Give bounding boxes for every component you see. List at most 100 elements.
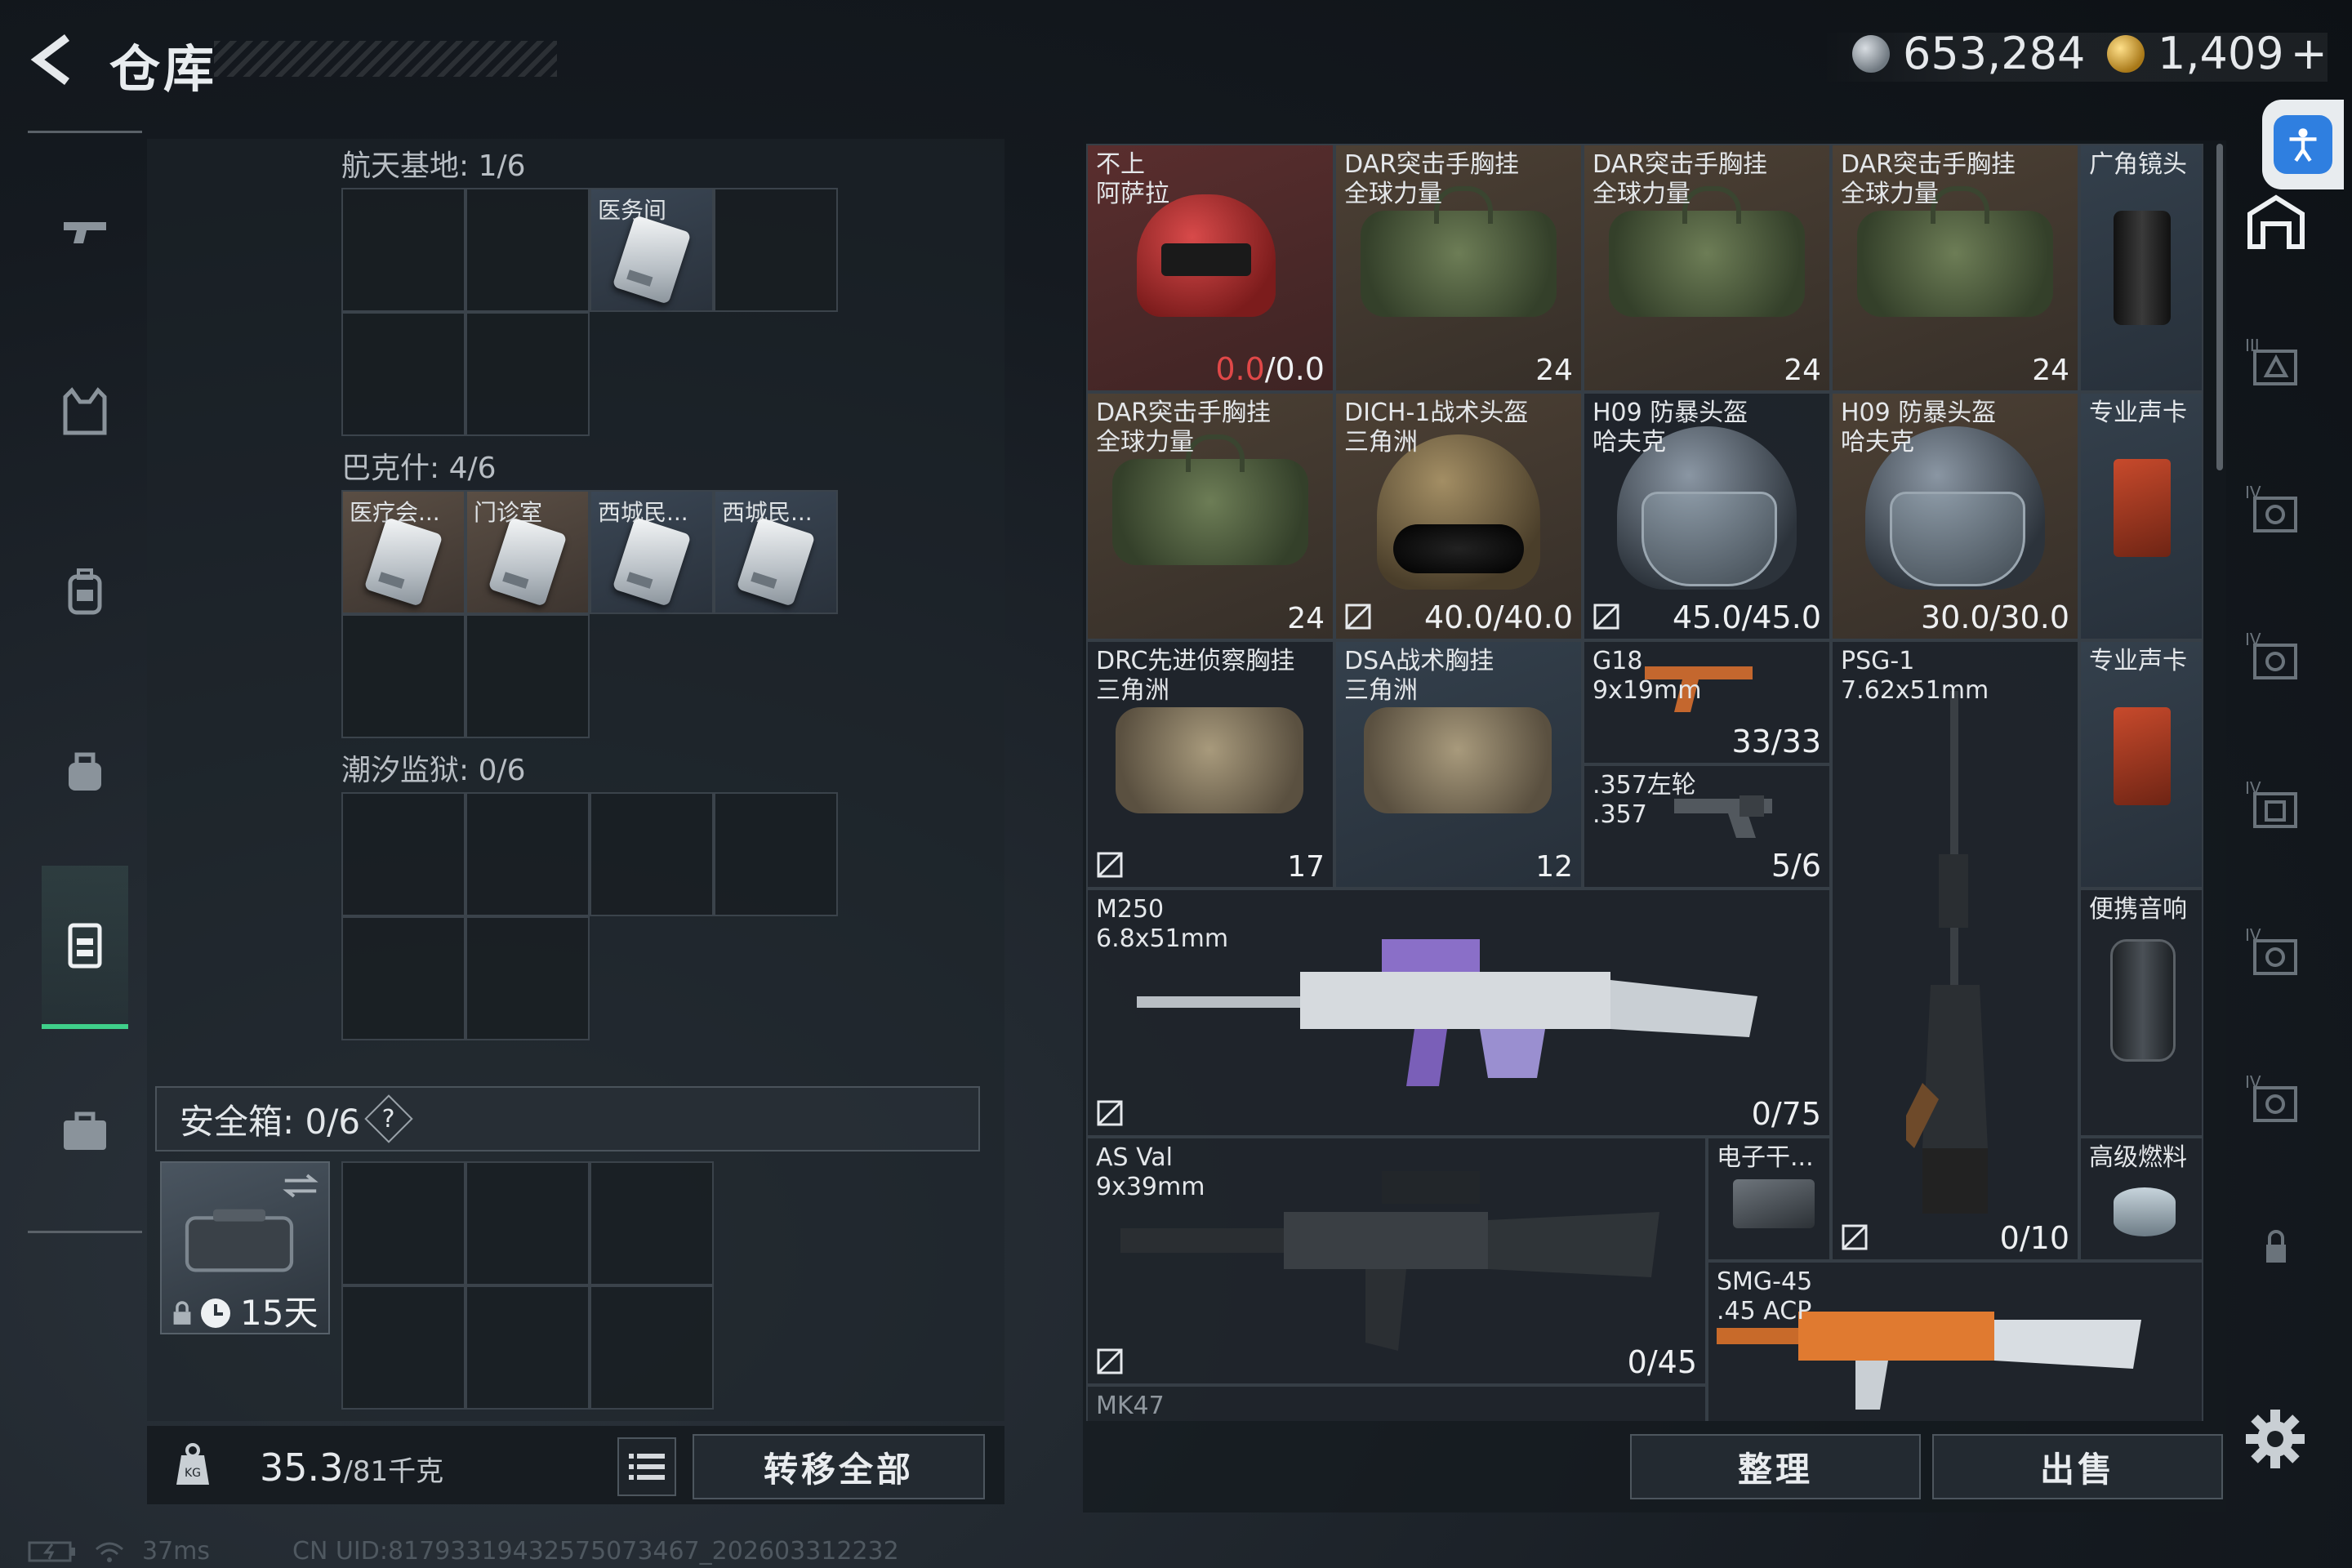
nav-bag[interactable] (28, 689, 142, 853)
chest-rig-icon (1112, 434, 1308, 565)
gold-currency[interactable]: 1,409 + (2107, 28, 2328, 79)
storage-slot[interactable] (466, 312, 590, 436)
safe-slot[interactable] (590, 1161, 714, 1285)
chest-rig-icon (1364, 707, 1552, 813)
add-gold-button[interactable]: + (2291, 28, 2328, 79)
transfer-all-button[interactable]: 转移全部 (693, 1434, 985, 1499)
inventory-item-mk47[interactable]: MK47 (1086, 1385, 1707, 1421)
keycard-slot[interactable]: 门诊室 (466, 490, 590, 614)
rail-item-tier4[interactable]: IV (2239, 472, 2313, 546)
keycard-label: 医务间 (598, 197, 667, 224)
safe-slot[interactable] (341, 1161, 466, 1285)
safe-slot[interactable] (341, 1285, 466, 1410)
keycard-slot[interactable]: 西城民... (590, 490, 714, 614)
help-icon[interactable]: ? (364, 1094, 413, 1143)
safe-box-item[interactable]: 15天 (160, 1161, 330, 1334)
inventory-item-soundcard[interactable]: 专业声卡 (2079, 640, 2203, 889)
inventory-item-vest[interactable]: DAR突击手胸挂 全球力量 24 (1086, 392, 1334, 640)
storage-slot[interactable] (714, 188, 838, 312)
rail-item-warehouse[interactable] (2239, 185, 2313, 258)
vest-icon (63, 387, 107, 435)
inventory-item-smg[interactable]: SMG-45 .45 ACP (1707, 1261, 2203, 1421)
storage-slot[interactable] (714, 792, 838, 916)
nav-storage[interactable] (42, 866, 128, 1029)
item-name: DAR突击手胸挂 全球力量 (1096, 399, 1271, 457)
section-label-bakhsh: 巴克什: 4/6 (341, 452, 497, 485)
rail-item-tier4[interactable]: IV (2239, 768, 2313, 841)
inventory-item-vest[interactable]: DAR突击手胸挂 全球力量 24 (1583, 144, 1831, 392)
svg-text:KG: KG (185, 1467, 201, 1480)
clock-icon (201, 1298, 230, 1328)
inventory-item-vest[interactable]: DRC先进侦察胸挂 三角洲 17 (1086, 640, 1334, 889)
inventory-item-vest[interactable]: DAR突击手胸挂 全球力量 24 (1831, 144, 2079, 392)
item-name: 不上 阿萨拉 (1096, 150, 1169, 208)
inventory-scrollbar[interactable] (2216, 144, 2223, 470)
keycard-slot[interactable]: 医疗会... (341, 490, 466, 614)
inventory-item-lmg[interactable]: M250 6.8x51mm 0/75 (1086, 889, 1831, 1137)
status-bar: 37ms (28, 1537, 210, 1566)
inventory-item-helmet[interactable]: H09 防暴头盔 哈夫克 45.0/45.0 (1583, 392, 1831, 640)
item-name: AS Val 9x39mm (1096, 1143, 1205, 1201)
keycard-icon (736, 516, 816, 607)
inventory-item-vest[interactable]: DAR突击手胸挂 全球力量 24 (1334, 144, 1583, 392)
inventory-item-helmet[interactable]: H09 防暴头盔 哈夫克 30.0/30.0 (1831, 392, 2079, 640)
inventory-item-jammer[interactable]: 电子干... (1707, 1137, 1831, 1261)
item-name: 电子干... (1717, 1143, 1814, 1172)
nav-case[interactable] (28, 1049, 142, 1212)
inventory-item-lens[interactable]: 广角镜头 (2079, 144, 2203, 392)
item-name: .357左轮 .357 (1592, 771, 1696, 829)
sell-button[interactable]: 出售 (1932, 1434, 2223, 1499)
storage-slot[interactable] (466, 188, 590, 312)
inventory-item-speaker[interactable]: 便携音响 (2079, 889, 2203, 1137)
storage-slot[interactable] (341, 792, 466, 916)
storage-slot[interactable] (341, 312, 466, 436)
safe-slot[interactable] (466, 1161, 590, 1285)
rail-item-tier3[interactable]: III (2239, 325, 2313, 399)
inventory-item-helmet[interactable]: DICH-1战术头盔 三角洲 40.0/40.0 (1334, 392, 1583, 640)
inventory-item-fuel[interactable]: 高级燃料 (2079, 1137, 2203, 1261)
item-ammo: 5/6 (1771, 848, 1821, 884)
rail-item-tier4[interactable]: IV (2239, 915, 2313, 988)
rail-item-tier4[interactable]: IV (2239, 1062, 2313, 1135)
back-button[interactable] (24, 31, 82, 88)
list-view-button[interactable] (617, 1437, 676, 1496)
storage-slot[interactable] (341, 614, 466, 738)
nav-backpack[interactable] (28, 510, 142, 673)
storage-slot[interactable] (590, 792, 714, 916)
storage-slot[interactable] (341, 916, 466, 1040)
keycard-slot[interactable]: 西城民... (714, 490, 838, 614)
no-insure-icon (1345, 604, 1371, 630)
nav-armor[interactable] (28, 330, 142, 493)
accessibility-button[interactable] (2262, 100, 2344, 189)
keycard-slot[interactable]: 医务间 (590, 188, 714, 312)
storage-slot[interactable] (466, 792, 590, 916)
inventory-item-revolver[interactable]: .357左轮 .357 5/6 (1583, 764, 1831, 889)
item-capacity: 24 (1784, 354, 1821, 387)
keycard-label: 门诊室 (474, 499, 543, 526)
safe-box-days: 15天 (240, 1293, 318, 1333)
item-name: 便携音响 (2089, 895, 2187, 924)
safe-slot[interactable] (466, 1285, 590, 1410)
swap-icon[interactable] (281, 1171, 320, 1200)
item-capacity: 24 (2032, 354, 2069, 387)
storage-slot[interactable] (466, 916, 590, 1040)
camera-lens-icon (2114, 211, 2171, 325)
rail-item-locked (2239, 1209, 2313, 1282)
inventory-item-soundcard[interactable]: 专业声卡 (2079, 392, 2203, 640)
storage-slot[interactable] (466, 614, 590, 738)
storage-slot[interactable] (341, 188, 466, 312)
settings-gear-icon[interactable] (2243, 1406, 2308, 1472)
pistol-icon (64, 222, 106, 243)
inventory-item-rifle[interactable]: AS Val 9x39mm 0/45 (1086, 1137, 1707, 1385)
warehouse-icon (2247, 194, 2305, 249)
inventory-item-helmet[interactable]: 不上 阿萨拉 0.0/0.0 (1086, 144, 1334, 392)
sort-button[interactable]: 整理 (1630, 1434, 1921, 1499)
safe-slot[interactable] (590, 1285, 714, 1410)
battery-icon (28, 1541, 75, 1561)
tier-4-icon: IV (2245, 1072, 2297, 1122)
nav-weapons[interactable] (28, 150, 142, 314)
rail-item-tier4[interactable]: IV (2239, 619, 2313, 693)
inventory-item-vest[interactable]: DSA战术胸挂 三角洲 12 (1334, 640, 1583, 889)
inventory-item-sniper[interactable]: PSG-1 7.62x51mm 0/10 (1831, 640, 2079, 1261)
inventory-item-pistol[interactable]: G18 9x19mm 33/33 (1583, 640, 1831, 764)
